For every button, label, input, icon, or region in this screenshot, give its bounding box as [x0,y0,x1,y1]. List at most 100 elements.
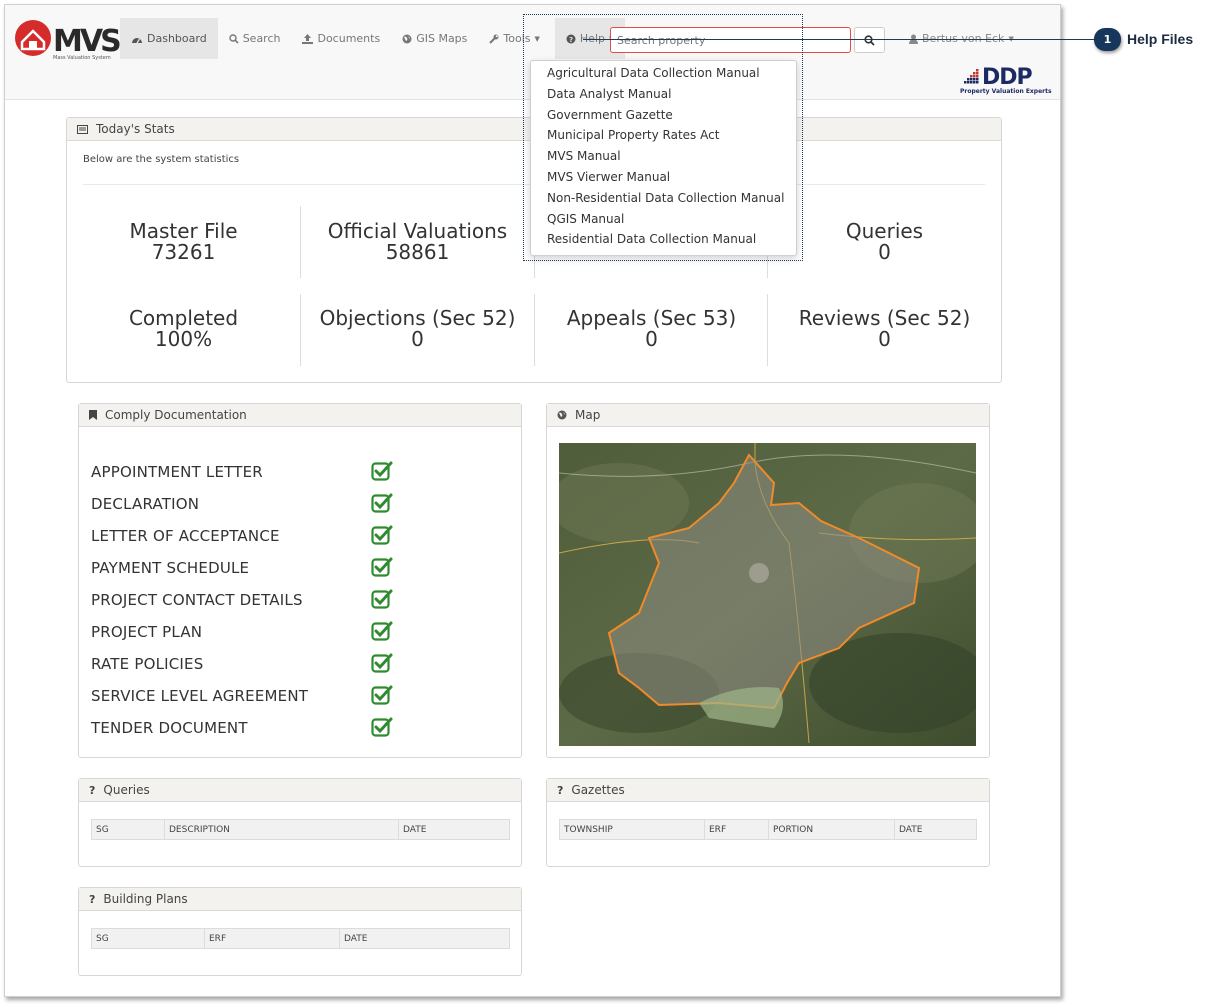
check-square-icon [371,685,393,705]
check-square-icon [371,461,393,481]
nav-search[interactable]: Search [218,18,292,59]
stat-label: Completed [128,306,239,330]
stat-objections: Objections (Sec 52) 0 [301,308,534,350]
comply-item-label: SERVICE LEVEL AGREEMENT [91,687,309,705]
queries-panel: ? Queries SG DESCRIPTION DATE [78,778,522,867]
search-property-input[interactable] [610,27,851,53]
comply-item-label: RATE POLICIES [91,655,204,673]
column-header[interactable]: ERF [205,929,340,948]
column-header[interactable]: DATE [399,820,509,839]
stat-reviews: Reviews (Sec 52) 0 [768,308,1001,350]
stat-value: 73261 [151,240,216,264]
help-menu-item[interactable]: Residential Data Collection Manual [531,229,796,250]
comply-documentation-panel: Comply Documentation APPOINTMENT LETTER D… [78,403,522,758]
stat-label: Objections (Sec 52) [319,306,516,330]
wrench-icon [489,34,499,44]
nav-tools[interactable]: Tools ▼ [478,18,551,59]
question-icon: ? [89,783,96,797]
check-square-icon [371,621,393,641]
stat-value: 58861 [385,240,450,264]
check-square-icon [371,717,393,737]
bookmark-icon [89,410,97,420]
check-square-icon [371,589,393,609]
comply-documentation-title: Comply Documentation [105,408,247,422]
comply-item-label: DECLARATION [91,495,200,513]
comply-item-label: PROJECT PLAN [91,623,203,641]
list-alt-icon [77,124,88,134]
gazettes-table-header: TOWNSHIP ERF PORTION DATE [559,819,977,840]
nav-gis-maps-label: GIS Maps [416,32,468,45]
ddp-dots-icon [964,69,979,84]
ddp-logo: DDP Property Valuation Experts [960,65,1052,97]
svg-text:?: ? [569,36,573,44]
satellite-map[interactable] [559,443,976,746]
check-square-icon [371,653,393,673]
svg-text:Mass Valuation System: Mass Valuation System [53,55,111,61]
comply-item-label: APPOINTMENT LETTER [91,463,263,481]
nav-dashboard[interactable]: Dashboard [120,18,218,59]
search-icon [228,33,239,44]
dashboard-icon [132,37,142,43]
mvs-logo[interactable]: MVS Mass Valuation System [13,17,121,61]
map-title: Map [575,408,601,422]
svg-text:MVS: MVS [53,24,120,59]
help-menu-item[interactable]: Non-Residential Data Collection Manual [531,188,796,209]
gazettes-header: ? Gazettes [547,779,989,802]
column-header[interactable]: ERF [705,820,769,839]
column-header[interactable]: SG [92,929,205,948]
column-header[interactable]: DATE [895,820,976,839]
stat-label: Queries [845,219,924,243]
help-menu-item[interactable]: QGIS Manual [531,209,796,230]
question-icon: ? [89,892,96,906]
help-menu-item[interactable]: MVS Vierwer Manual [531,167,796,188]
stat-official-valuations: Official Valuations 58861 [301,221,534,263]
building-plans-header: ? Building Plans [79,888,521,911]
column-header[interactable]: SG [92,820,165,839]
map-panel: Map [546,403,990,758]
check-square-icon [371,493,393,513]
comply-item-label: PAYMENT SCHEDULE [91,559,250,577]
stat-value: 0 [645,327,658,351]
callout-line [583,39,1094,40]
help-menu-item[interactable]: Data Analyst Manual [531,84,796,105]
nav-documents[interactable]: Documents [291,18,391,59]
building-plans-table-header: SG ERF DATE [91,928,510,949]
nav-documents-label: Documents [317,32,381,45]
question-circle-icon: ? [566,34,576,44]
stat-label: Official Valuations [327,219,508,243]
queries-header: ? Queries [79,779,521,802]
nav-gis-maps[interactable]: GIS Maps [391,18,478,59]
comply-item-label: PROJECT CONTACT DETAILS [91,591,303,609]
column-header[interactable]: TOWNSHIP [560,820,705,839]
search-button[interactable] [854,27,885,53]
stat-appeals: Appeals (Sec 53) 0 [535,308,768,350]
stat-master-file: Master File 73261 [67,221,300,263]
ddp-logo-text: DDP [982,65,1033,90]
ddp-logo-tag: Property Valuation Experts [960,88,1052,95]
callout-badge: 1 [1094,28,1121,51]
gazettes-title: Gazettes [571,783,625,797]
help-menu-item[interactable]: MVS Manual [531,146,796,167]
comply-item-label: LETTER OF ACCEPTANCE [91,527,280,545]
nav-tools-label: Tools [503,32,531,45]
column-header[interactable]: DESCRIPTION [165,820,399,839]
comply-item-label: TENDER DOCUMENT [91,719,248,737]
stat-label: Master File [129,219,238,243]
chevron-down-icon: ▼ [534,34,540,43]
stat-value: 100% [154,327,213,351]
column-header[interactable]: DATE [340,929,509,948]
search-icon [864,34,875,46]
stat-value: 0 [878,240,891,264]
help-menu-item[interactable]: Government Gazette [531,105,796,126]
help-menu-item[interactable]: Municipal Property Rates Act [531,125,796,146]
help-menu-list: Agricultural Data Collection Manual Data … [531,63,796,250]
callout-label: Help Files [1127,31,1194,47]
stat-completed: Completed 100% [67,308,300,350]
map-header: Map [547,404,989,427]
column-header[interactable]: PORTION [769,820,895,839]
stat-queries: Queries 0 [768,221,1001,263]
help-menu-item[interactable]: Agricultural Data Collection Manual [531,63,796,84]
stat-value: 0 [878,327,891,351]
stat-value: 0 [411,327,424,351]
stats-description: Below are the system statistics [83,154,240,165]
